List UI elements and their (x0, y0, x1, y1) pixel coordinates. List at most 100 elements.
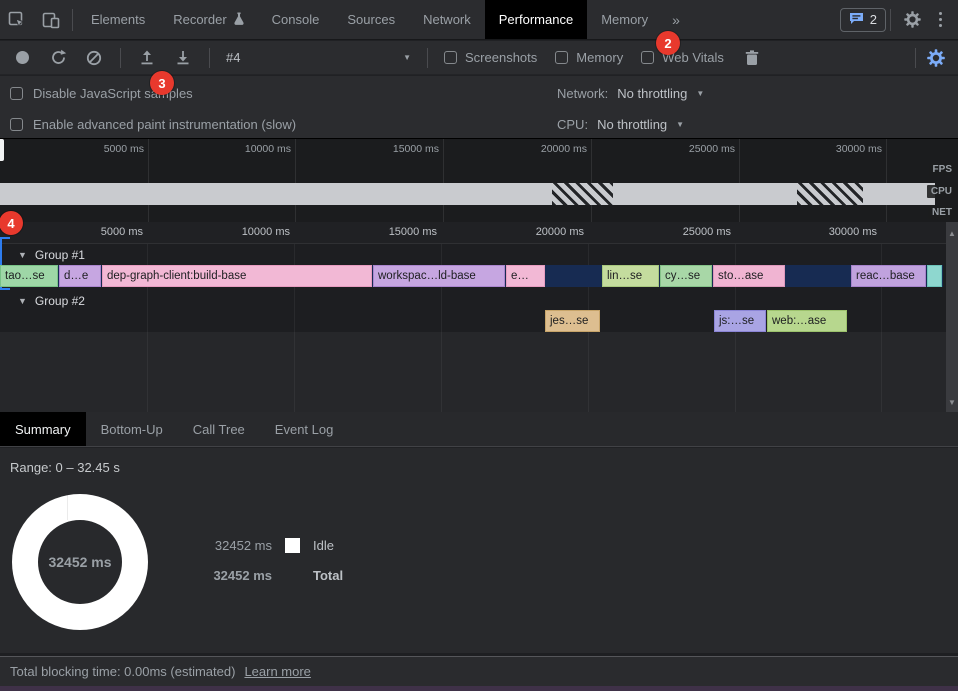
tab-label: Console (272, 12, 320, 27)
checkbox (555, 51, 568, 64)
group-header-2[interactable]: ▼ Group #2 (0, 292, 946, 310)
summary-panel: Range: 0 – 32.45 s 32452 ms 32452 msIdle… (0, 448, 958, 656)
tab-performance[interactable]: Performance (485, 0, 587, 39)
overview-gridline (443, 139, 444, 223)
panel-tabs: Elements Recorder Console Sources Network Per… (77, 0, 662, 39)
legend-swatch (285, 538, 300, 553)
track-strip-1: tao…sed…edep-graph-client:build-basework… (0, 265, 943, 287)
divider (915, 48, 916, 68)
tab-recorder[interactable]: Recorder (159, 0, 257, 39)
network-throttling-select[interactable]: Network: No throttling ▼ (557, 78, 704, 108)
scroll-down-icon[interactable]: ▼ (946, 398, 958, 407)
footer-status-bar: Total blocking time: 0.00ms (estimated) … (0, 656, 958, 686)
legend-value: 32452 ms (192, 568, 272, 583)
cpu-hatched-region (797, 183, 863, 205)
console-messages-button[interactable]: 2 (840, 8, 886, 32)
flame-chart[interactable]: 5000 ms10000 ms15000 ms20000 ms25000 ms3… (0, 222, 946, 412)
task-bar[interactable]: web:…ase (767, 310, 847, 332)
flame-tick-label: 15000 ms (347, 226, 437, 238)
detail-tab-summary[interactable]: Summary (0, 412, 86, 446)
legend-label: Total (313, 568, 343, 583)
task-bar[interactable]: sto…ase (713, 265, 785, 287)
overview-left-handle[interactable] (0, 139, 4, 161)
devtools-performance-panel: Elements Recorder Console Sources Network Per… (0, 0, 958, 691)
session-history-select[interactable]: #4 ▼ (226, 50, 411, 65)
advanced-paint-checkbox[interactable]: Enable advanced paint instrumentation (s… (10, 109, 296, 139)
donut-legend: 32452 msIdle 32452 ms Total (192, 538, 343, 583)
checkbox-memory[interactable]: Memory (555, 50, 623, 65)
total-blocking-time-text: Total blocking time: 0.00ms (estimated) (10, 664, 235, 679)
group-header-1[interactable]: ▼Group #1 (0, 246, 946, 264)
divider (209, 48, 210, 68)
group-name: Group #2 (35, 294, 85, 308)
learn-more-link[interactable]: Learn more (244, 664, 310, 679)
trash-icon[interactable] (742, 48, 762, 68)
overview-gridline (148, 139, 149, 223)
divider (120, 48, 121, 68)
checkbox-screenshots[interactable]: Screenshots (444, 50, 537, 65)
reload-record-icon[interactable] (48, 48, 68, 68)
window-edge-strip (0, 686, 958, 691)
legend-row: 32452 ms Total (192, 568, 343, 583)
chevron-down-icon: ▼ (676, 120, 684, 129)
badge-2: 2 (656, 31, 680, 55)
overview-tick-label: 15000 ms (349, 143, 439, 155)
task-bar[interactable]: js:…se (714, 310, 766, 332)
tabbar-right-controls: 2 (840, 0, 958, 39)
tab-elements[interactable]: Elements (77, 0, 159, 39)
kebab-menu-icon[interactable] (929, 12, 952, 27)
tab-label: Sources (347, 12, 395, 27)
scroll-up-icon[interactable]: ▲ (946, 229, 958, 238)
tab-console[interactable]: Console (258, 0, 334, 39)
download-profile-icon[interactable] (173, 48, 193, 68)
task-bar[interactable]: jes…se (545, 310, 600, 332)
upload-profile-icon[interactable] (137, 48, 157, 68)
detail-tabs: SummaryBottom-UpCall TreeEvent Log (0, 412, 958, 447)
capture-settings-gear-icon[interactable] (926, 48, 946, 68)
task-bar[interactable]: dep-graph-client:build-base (102, 265, 372, 287)
task-bar[interactable]: reac…base (851, 265, 926, 287)
disclosure-triangle-icon[interactable]: ▼ (18, 250, 27, 260)
disclosure-triangle-icon[interactable]: ▼ (18, 296, 27, 306)
detail-tab-call-tree[interactable]: Call Tree (178, 412, 260, 446)
tab-label: Network (423, 12, 471, 27)
task-bar[interactable]: cy…se (660, 265, 712, 287)
flame-chart-scrollbar[interactable]: ▲ ▼ (946, 222, 958, 412)
track-strip-2: jes…se js:…seweb:…ase (0, 310, 943, 332)
task-bar[interactable]: lin…se (602, 265, 659, 287)
task-bar[interactable] (927, 265, 942, 287)
task-bar[interactable]: e… (506, 265, 545, 287)
tab-network[interactable]: Network (409, 0, 485, 39)
tab-memory[interactable]: Memory (587, 0, 662, 39)
detail-tab-event-log[interactable]: Event Log (260, 412, 349, 446)
divider (427, 48, 428, 68)
legend-row: 32452 msIdle (192, 538, 343, 553)
checkbox-web-vitals[interactable]: Web Vitals (641, 50, 724, 65)
tab-sources[interactable]: Sources (333, 0, 409, 39)
record-icon[interactable] (12, 48, 32, 68)
checkbox-label: Memory (576, 50, 623, 65)
capture-options: Disable JavaScript samples Enable advanc… (0, 76, 958, 138)
flame-tick-label: 5000 ms (53, 226, 143, 238)
inspect-element-icon[interactable] (0, 0, 34, 39)
capture-checkboxes: Screenshots Memory Web Vitals (444, 50, 724, 65)
device-toolbar-icon[interactable] (34, 0, 68, 39)
overview-tick-label: 20000 ms (497, 143, 587, 155)
console-messages-count: 2 (870, 12, 877, 27)
divider (72, 9, 73, 31)
tab-label: Recorder (173, 12, 226, 27)
task-bar[interactable]: d…e (59, 265, 101, 287)
flame-tick-label: 30000 ms (787, 226, 877, 238)
range-label: Range: 0 – 32.45 s (10, 460, 120, 475)
settings-gear-icon[interactable] (895, 11, 929, 28)
detail-tab-bottom-up[interactable]: Bottom-Up (86, 412, 178, 446)
checkbox (10, 118, 23, 131)
chevron-down-icon: ▼ (403, 53, 411, 62)
clear-icon[interactable] (84, 48, 104, 68)
task-bar[interactable]: tao…se (0, 265, 58, 287)
task-bar[interactable]: workspac…ld-base (373, 265, 505, 287)
timeline-overview[interactable]: 5000 ms10000 ms15000 ms20000 ms25000 ms3… (0, 138, 958, 222)
overview-tick-label: 5000 ms (54, 143, 144, 155)
cpu-throttling-select[interactable]: CPU: No throttling ▼ (557, 109, 684, 139)
badge-4: 4 (0, 211, 23, 235)
